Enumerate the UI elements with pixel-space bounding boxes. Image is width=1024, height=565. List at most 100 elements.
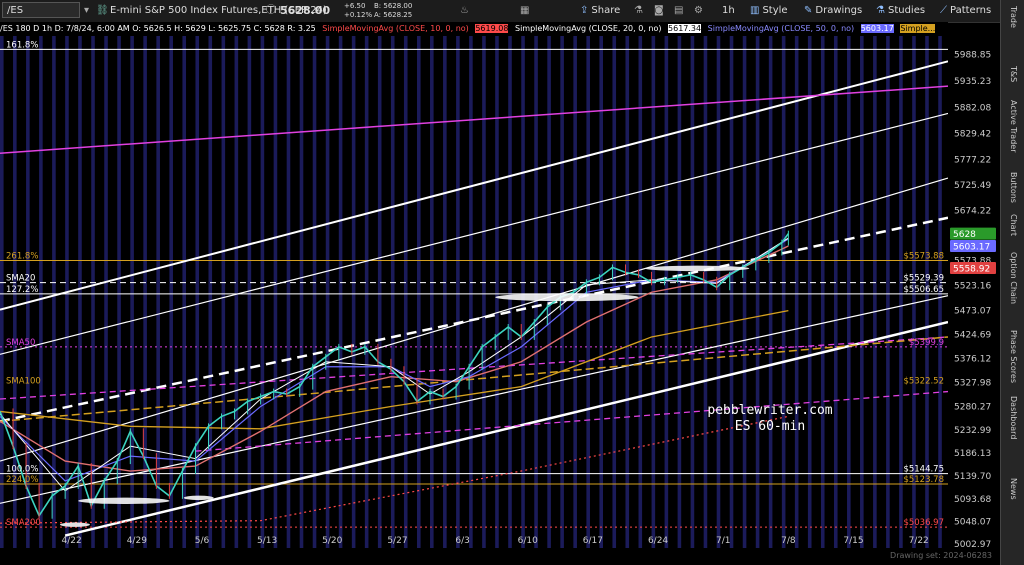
tab-news[interactable]: News [1001, 478, 1024, 538]
time-tick: 5/27 [387, 536, 407, 546]
price-tick: 5139.70 [954, 472, 991, 482]
studies-button[interactable]: ⚗ Studies [876, 0, 925, 22]
beaker-icon[interactable]: ⚗ [634, 0, 643, 22]
level-label: SMA20 [6, 274, 35, 284]
tab-label: Chart [1009, 214, 1018, 236]
patterns-label: Patterns [950, 5, 992, 16]
price-tick: 5280.27 [954, 402, 991, 412]
price-tick: 5424.69 [954, 331, 991, 341]
time-tick: 7/1 [716, 536, 730, 546]
level-label: SMA200 [6, 518, 41, 528]
symbol-dropdown-icon[interactable]: ▾ [84, 0, 89, 22]
day-stripe [612, 36, 617, 548]
tab-label: Dashboard [1009, 396, 1018, 440]
price-tick: 5048.07 [954, 518, 991, 528]
sma50-value: 5603.17 [860, 24, 894, 33]
level-label: SMA100 [6, 376, 41, 386]
day-stripe [886, 36, 890, 548]
level-label: SMA50 [6, 338, 35, 348]
drawings-button[interactable]: ✎ Drawings [804, 0, 862, 22]
tab-option-chain[interactable]: Option Chain [1001, 252, 1024, 312]
day-stripe [794, 36, 799, 548]
day-stripe [716, 36, 721, 548]
watermark-line-2: ES 60-min [735, 419, 805, 434]
toolbar: /ES ▾ ⛓ E-mini S&P 500 Index Futures,ETH… [0, 0, 1024, 23]
last-price: 5628.00 [280, 4, 331, 17]
day-stripe [416, 36, 421, 548]
status-bar: Drawing set: 2024-06283 [0, 548, 1000, 565]
price-tick: 5523.16 [954, 282, 991, 292]
price-tick: 5777.22 [954, 156, 991, 166]
day-stripe [0, 36, 4, 548]
price-tick: 5232.99 [954, 426, 991, 436]
price-tick: 5002.97 [954, 540, 991, 548]
time-tick: 4/22 [62, 536, 82, 546]
highlight-ellipse [78, 497, 170, 505]
day-stripe [755, 36, 760, 548]
share-button[interactable]: ⇪ Share [580, 0, 620, 22]
level-price-label: $5144.75 [903, 465, 944, 475]
day-stripe [273, 36, 278, 548]
day-stripe [195, 36, 200, 548]
flame-icon[interactable]: ♨ [460, 0, 469, 22]
tab-trade[interactable]: Trade [1001, 6, 1024, 66]
time-tick: 7/15 [843, 536, 863, 546]
level-label: 261.8% [6, 252, 38, 262]
patterns-icon: ⟋ [940, 5, 947, 16]
time-tick: 7/8 [781, 536, 796, 546]
price-tick: 5376.12 [954, 355, 991, 365]
time-tick: 6/17 [583, 536, 603, 546]
day-stripe [234, 36, 239, 548]
tab-label: T&S [1009, 66, 1018, 83]
tab-active-trader[interactable]: Active Trader [1001, 100, 1024, 160]
sma20-value: 5617.34 [668, 24, 702, 33]
level-label: 127.2% [6, 285, 38, 295]
price-tick: 5988.85 [954, 50, 991, 60]
day-stripe [104, 36, 108, 548]
price-axis: 5988.85 5935.23 5882.08 5829.42 5777.22 5725.… [948, 36, 1000, 548]
day-stripe [534, 36, 538, 548]
sma20-label[interactable]: SimpleMovingAvg (CLOSE, 20, 0, no) [515, 24, 662, 33]
sma10-label[interactable]: SimpleMovingAvg (CLOSE, 10, 0, no) [322, 24, 469, 33]
link-icon[interactable]: ⛓ [96, 0, 109, 22]
price-tick: 5882.08 [954, 103, 991, 113]
time-tick: 6/3 [455, 536, 469, 546]
symbol-text: /ES [7, 5, 24, 16]
print-icon[interactable]: ▤ [674, 0, 683, 22]
sma50-label[interactable]: SimpleMovingAvg (CLOSE, 50, 0, no) [708, 24, 855, 33]
level-price-label: $5123.78 [903, 475, 944, 485]
highlight-ellipse [59, 522, 90, 527]
day-stripe [638, 36, 643, 548]
day-stripe [742, 36, 747, 548]
day-stripe [469, 36, 473, 548]
camera-icon[interactable]: ◙ [654, 0, 664, 22]
info-icon[interactable]: ⓘ [266, 0, 276, 22]
share-label: Share [591, 5, 621, 16]
tab-phase-scores[interactable]: Phase Scores [1001, 330, 1024, 390]
day-stripe [768, 36, 773, 548]
day-stripe [820, 36, 825, 548]
price-tick: 5829.42 [954, 130, 991, 140]
sma10-value: 5619.08 [475, 24, 509, 33]
day-stripe [117, 36, 121, 548]
level-price-label: $5036.97 [903, 518, 944, 528]
day-stripe [847, 36, 851, 548]
day-stripe [430, 36, 434, 548]
tab-dashboard[interactable]: Dashboard [1001, 396, 1024, 456]
price-chart[interactable]: 5988.85 5935.23 5882.08 5829.42 5777.22 5725.… [0, 36, 1000, 548]
level-price-label: $5506.65 [903, 285, 944, 295]
sma-more-label[interactable]: Simple... [900, 24, 936, 33]
day-stripe [299, 36, 304, 548]
settings-icon[interactable]: ⚙ [694, 0, 703, 22]
timeframe-button[interactable]: 1h [722, 0, 735, 22]
day-stripe [860, 36, 864, 548]
day-stripe [495, 36, 499, 548]
grid-icon[interactable]: ▦ [520, 0, 529, 22]
level-price-label: $5322.52 [903, 376, 944, 386]
day-stripe [833, 36, 838, 548]
price-tick: 5473.07 [954, 307, 991, 317]
day-stripe [508, 36, 512, 548]
style-button[interactable]: ▥ Style [750, 0, 788, 22]
symbol-input[interactable]: /ES [2, 2, 80, 18]
patterns-button[interactable]: ⟋ Patterns [940, 0, 991, 22]
